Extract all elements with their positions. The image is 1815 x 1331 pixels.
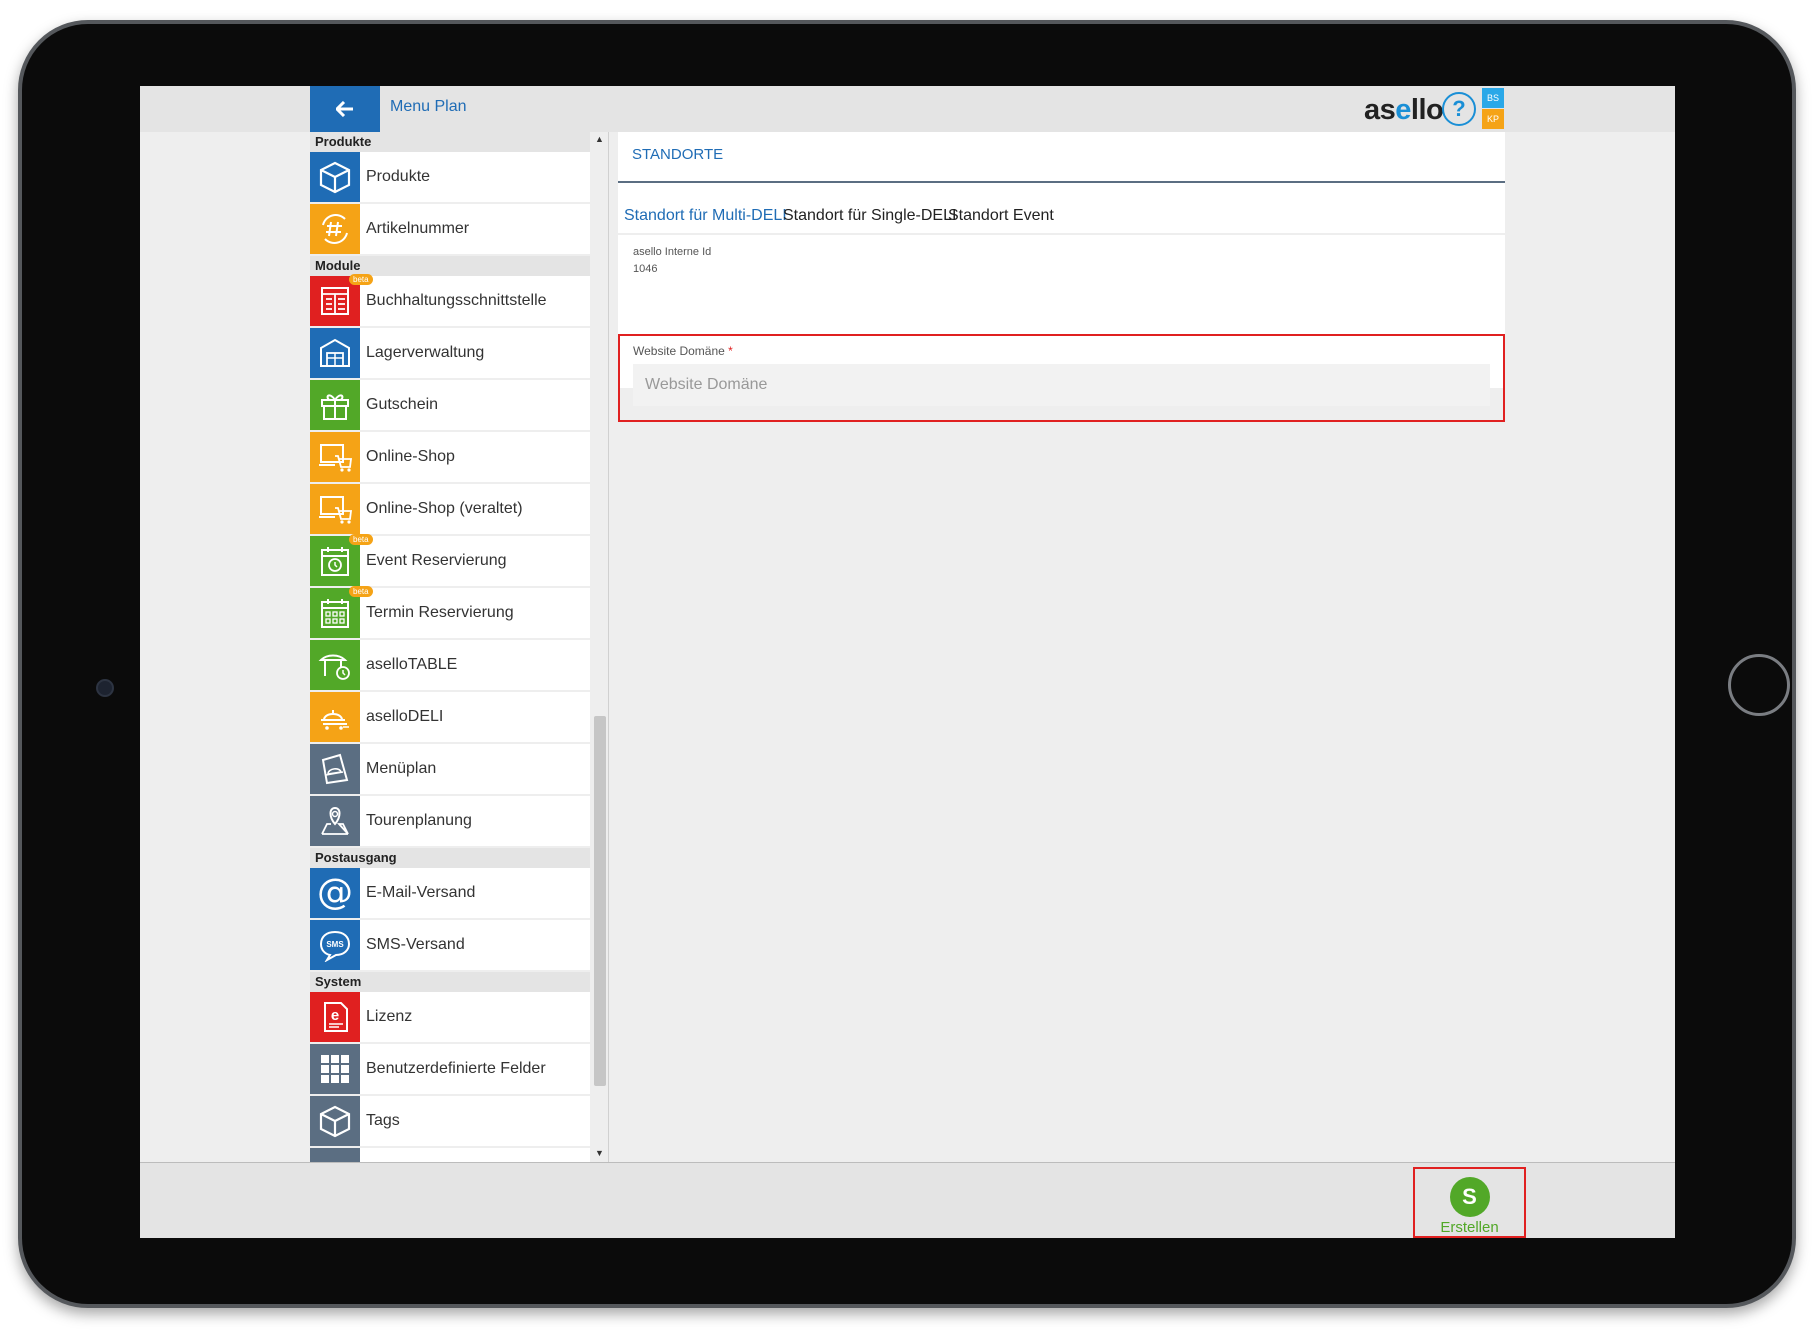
sidebar-item-label: Benutzerdefinierte Felder	[366, 1060, 546, 1077]
sidebar-item-produkte[interactable]: Produkte	[310, 152, 590, 204]
bottom-action-bar: S Erstellen	[140, 1162, 1675, 1238]
sidebar-item-artikelnummer[interactable]: Artikelnummer	[310, 204, 590, 256]
sidebar-section-heading: Module	[310, 256, 590, 276]
sidebar-item-gutschein[interactable]: Gutschein	[310, 380, 590, 432]
scroll-down-arrow-icon[interactable]: ▼	[595, 1148, 604, 1158]
warehouse-icon	[310, 328, 360, 378]
partial-menu-icon	[310, 1148, 360, 1162]
scroll-up-arrow-icon[interactable]: ▲	[595, 134, 604, 144]
menu-card-icon	[310, 744, 360, 794]
sidebar-item-label: Event Reservierung	[366, 552, 507, 569]
sidebar-item-event-reservierung[interactable]: beta Event Reservierung	[310, 534, 590, 588]
sidebar-item-asellotable[interactable]: aselloTABLE	[310, 640, 590, 692]
sidebar-scrollbar[interactable]: ▲ ▼	[592, 132, 606, 1162]
license-icon: e	[310, 992, 360, 1042]
ledger-icon: beta	[310, 274, 373, 326]
sidebar-section-heading: System	[310, 972, 590, 992]
calendar-grid-icon: beta	[310, 586, 373, 638]
sidebar-item-buchhaltungsschnittstelle[interactable]: beta Buchhaltungsschnittstelle	[310, 274, 590, 328]
create-label: Erstellen	[1440, 1219, 1499, 1236]
sidebar-item-label: aselloDELI	[366, 708, 444, 725]
internal-id-label: asello Interne Id	[633, 246, 712, 258]
sidebar-item-label: Menüplan	[366, 760, 437, 777]
top-bar: Menu Plan asello ? BS KP	[140, 86, 1675, 132]
sidebar-item-label: Lizenz	[366, 1008, 413, 1025]
beta-badge: beta	[349, 534, 373, 545]
shop-cart-icon	[310, 484, 360, 534]
internal-id-value: 1046	[633, 263, 658, 275]
sidebar-item-sms-versand[interactable]: SMS SMS-Versand	[310, 920, 590, 972]
box-icon	[310, 152, 360, 202]
beta-badge: beta	[349, 586, 373, 597]
at-icon: @	[310, 868, 360, 918]
sidebar-item-online-shop[interactable]: Online-Shop	[310, 432, 590, 484]
home-button[interactable]	[1728, 654, 1790, 716]
card-title: STANDORTE	[632, 146, 724, 163]
standorte-card: STANDORTE Standort für Multi-DELI Stando…	[618, 132, 1505, 422]
svg-text:e: e	[331, 1007, 339, 1024]
sidebar-item-label: Produkte	[366, 168, 431, 185]
svg-text:SMS: SMS	[326, 940, 344, 949]
sidebar-item-online-shop-veraltet[interactable]: Online-Shop (veraltet)	[310, 484, 590, 536]
sidebar-item-label: E-Mail-Versand	[366, 884, 476, 901]
arrow-left-icon	[336, 101, 353, 117]
sidebar-item-label: Gutschein	[366, 396, 439, 413]
scrollbar-thumb[interactable]	[594, 716, 606, 1086]
sidebar-item-menueplan[interactable]: Menüplan	[310, 744, 590, 796]
sidebar-item-tags[interactable]: Tags	[310, 1096, 590, 1148]
sidebar-item-benutzerdefinierte-felder[interactable]: Benutzerdefinierte Felder	[310, 1044, 590, 1096]
sidebar-item-label: Online-Shop	[366, 448, 455, 465]
location-tabs: Standort für Multi-DELI Standort für Sin…	[618, 183, 1505, 235]
tab-event[interactable]: Standort Event	[948, 207, 1054, 225]
sidebar-section-heading: Postausgang	[310, 848, 590, 868]
beta-badge: beta	[349, 274, 373, 285]
tab-single-deli[interactable]: Standort für Single-DELI	[783, 207, 956, 225]
user-badge-kp[interactable]: KP	[1482, 109, 1504, 129]
sidebar-item-label: Termin Reservierung	[366, 604, 514, 621]
sidebar-item-asellodeli[interactable]: aselloDELI	[310, 692, 590, 744]
shop-cart-icon	[310, 432, 360, 482]
asello-logo: asello	[1364, 94, 1444, 126]
sidebar-item-label: Buchhaltungsschnittstelle	[366, 292, 547, 309]
create-button[interactable]: S Erstellen	[1413, 1167, 1526, 1238]
tab-multi-deli[interactable]: Standort für Multi-DELI	[624, 207, 787, 225]
sidebar-item-partial[interactable]	[310, 1148, 590, 1162]
user-badge-bs[interactable]: BS	[1482, 88, 1504, 108]
sidebar-item-label: Artikelnummer	[366, 220, 470, 237]
required-marker: *	[728, 344, 733, 358]
sidebar-item-label: SMS-Versand	[366, 936, 465, 953]
panel-divider	[608, 132, 609, 1162]
tabs-separator	[618, 233, 1505, 235]
website-domain-input[interactable]	[633, 364, 1490, 406]
help-button[interactable]: ?	[1442, 92, 1476, 126]
sidebar-item-lizenz[interactable]: e Lizenz	[310, 992, 590, 1044]
sidebar-item-label: aselloTABLE	[366, 656, 458, 673]
grid-icon	[310, 1044, 360, 1094]
sidebar-menu: Produkte Produkte Artikelnummer Module b…	[310, 132, 590, 1162]
website-domain-label: Website Domäne *	[633, 344, 733, 358]
sidebar-item-label: Online-Shop (veraltet)	[366, 500, 523, 517]
app-screen: Menu Plan asello ? BS KP Produkte Produk…	[140, 86, 1675, 1238]
table-clock-icon	[310, 640, 360, 690]
camera-icon	[96, 679, 114, 697]
sidebar-item-email-versand[interactable]: @ E-Mail-Versand	[310, 868, 590, 920]
cloche-delivery-icon	[310, 692, 360, 742]
gift-icon	[310, 380, 360, 430]
sidebar-section-heading: Produkte	[310, 132, 590, 152]
hash-cycle-icon	[310, 204, 360, 254]
sidebar-item-tourenplanung[interactable]: Tourenplanung	[310, 796, 590, 848]
calendar-clock-icon: beta	[310, 534, 373, 586]
save-icon: S	[1449, 1177, 1490, 1217]
sidebar-item-lagerverwaltung[interactable]: Lagerverwaltung	[310, 328, 590, 380]
map-pin-icon	[310, 796, 360, 846]
box-icon	[310, 1096, 360, 1146]
sidebar-item-termin-reservierung[interactable]: beta Termin Reservierung	[310, 586, 590, 640]
sidebar-item-label: Tourenplanung	[366, 812, 472, 829]
page-title: Menu Plan	[390, 98, 467, 115]
back-button[interactable]	[310, 86, 380, 132]
sidebar-item-label: Tags	[366, 1112, 400, 1129]
sms-icon: SMS	[310, 920, 360, 970]
sidebar-item-label: Lagerverwaltung	[366, 344, 485, 361]
